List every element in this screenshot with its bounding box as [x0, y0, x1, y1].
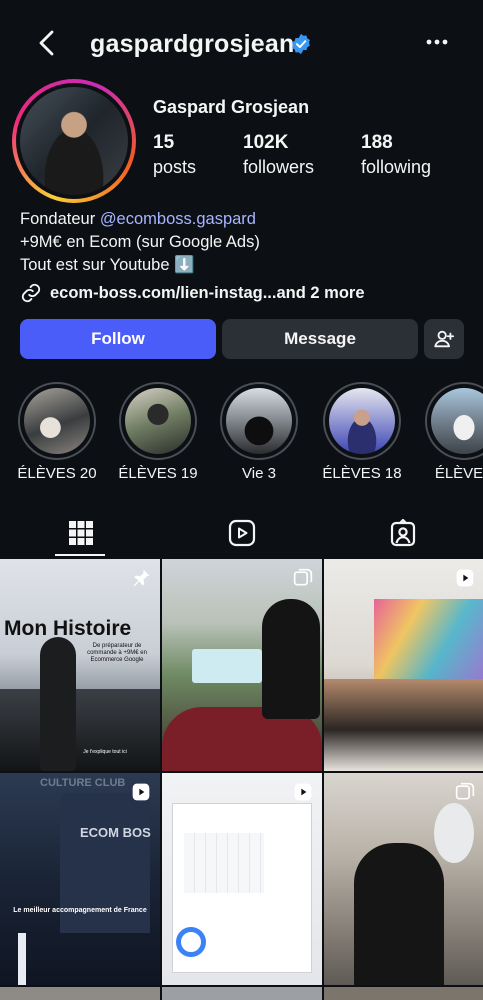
reels-icon [228, 519, 255, 547]
add-user-icon [434, 330, 455, 348]
post-tile[interactable]: CULTURE CLUB ECOM BOS Le meilleur accomp… [0, 773, 160, 985]
highlight-label: ÉLÈVES 19 [118, 465, 198, 482]
tagged-icon [390, 519, 415, 547]
carousel-icon [293, 568, 313, 586]
verified-badge-icon [292, 33, 310, 55]
following-count[interactable]: 188 following [361, 132, 431, 178]
post-window [434, 803, 474, 863]
bio-mention-link[interactable]: @ecomboss.gaspard [100, 210, 256, 228]
post-watermark: ECOM BOS [80, 825, 151, 840]
highlight-item[interactable]: ÉLÈVES 19 [108, 382, 208, 482]
suggested-users-button[interactable] [424, 319, 464, 359]
post-car [0, 689, 160, 771]
link-url: ecom-boss.com/lien-instag... [50, 283, 277, 302]
post-watermark-top: CULTURE CLUB [40, 777, 126, 789]
highlight-cover [125, 388, 191, 454]
post-tile[interactable] [324, 773, 483, 985]
post-tile[interactable] [324, 559, 483, 771]
post-group [324, 679, 483, 771]
reel-badge-icon [294, 783, 312, 801]
highlight-cover [24, 388, 90, 454]
link-icon [21, 283, 41, 303]
message-button[interactable]: Message [222, 319, 418, 359]
followers-count[interactable]: 102K followers [243, 132, 314, 178]
avatar-photo [20, 87, 128, 195]
highlight-cover [329, 388, 395, 454]
post-pool [192, 649, 262, 683]
follow-button[interactable]: Follow [20, 319, 216, 359]
profile-avatar[interactable] [12, 79, 136, 203]
external-link[interactable]: ecom-boss.com/lien-instag... and 2 more [20, 282, 365, 304]
full-name: Gaspard Grosjean [153, 97, 310, 117]
grid-icon [68, 521, 93, 545]
bio-line-3: Tout est sur Youtube ⬇️ [20, 256, 195, 274]
bio: Fondateur @ecomboss.gaspard +9M€ en Ecom… [20, 208, 260, 277]
highlight-cover [431, 388, 483, 454]
posts-count: 15 posts [153, 132, 196, 178]
link-more: and 2 more [276, 283, 365, 302]
pin-icon [133, 569, 150, 587]
stat-label: following [361, 157, 432, 177]
stat-label: posts [153, 157, 197, 177]
profile-header: gaspardgrosjean [0, 0, 483, 88]
post-caption: Le meilleur accompagnement de France [13, 907, 147, 914]
highlight-label: ÉLÈVES [434, 465, 483, 482]
post-tile[interactable] [0, 987, 160, 1000]
carousel-icon [455, 782, 475, 800]
highlight-label: ÉLÈVES 20 [17, 465, 97, 482]
post-title: Mon Histoire [4, 617, 132, 640]
highlight-item[interactable]: ÉLÈVES [414, 382, 483, 482]
post-tile[interactable] [324, 987, 483, 1000]
bio-text: Fondateur [20, 210, 100, 228]
bio-line-1: Fondateur @ecomboss.gaspard [20, 208, 260, 231]
post-tile[interactable]: Mon Histoire De préparateur de commande … [0, 559, 160, 771]
highlight-item[interactable]: Vie 3 [209, 382, 309, 482]
more-horizontal-icon[interactable] [424, 32, 450, 52]
highlight-label: Vie 3 [242, 465, 276, 482]
reel-badge-icon [456, 569, 474, 587]
reel-badge-icon [132, 783, 150, 801]
highlight-cover [226, 388, 292, 454]
post-person [354, 843, 444, 985]
chevron-left-icon[interactable] [34, 28, 60, 58]
post-calendar [184, 833, 264, 893]
stat-value: 188 [361, 132, 393, 153]
stat-label: followers [243, 157, 315, 177]
highlight-label: ÉLÈVES 18 [322, 465, 402, 482]
stat-value: 15 [153, 132, 175, 153]
bio-line-2: +9M€ en Ecom (sur Google Ads) [20, 233, 260, 251]
post-tile[interactable] [162, 559, 322, 771]
post-tile[interactable] [162, 987, 322, 1000]
highlight-item[interactable]: ÉLÈVES 18 [312, 382, 412, 482]
post-tile[interactable] [162, 773, 322, 985]
stat-value: 102K [243, 132, 289, 153]
username: gaspardgrosjean [90, 30, 295, 58]
post-subtitle: De préparateur de commande à +9M€ en Eco… [87, 643, 147, 663]
highlight-item[interactable]: ÉLÈVES 20 [7, 382, 107, 482]
active-tab-indicator [55, 554, 105, 556]
post-caption: Je t'explique tout ici [83, 749, 127, 755]
tab-tagged[interactable] [322, 510, 483, 556]
tab-reels[interactable] [161, 510, 322, 556]
tab-posts[interactable] [0, 510, 161, 556]
profile-tabs [0, 510, 483, 556]
post-person [262, 599, 320, 719]
post-donut [176, 927, 206, 957]
post-light [18, 933, 26, 985]
